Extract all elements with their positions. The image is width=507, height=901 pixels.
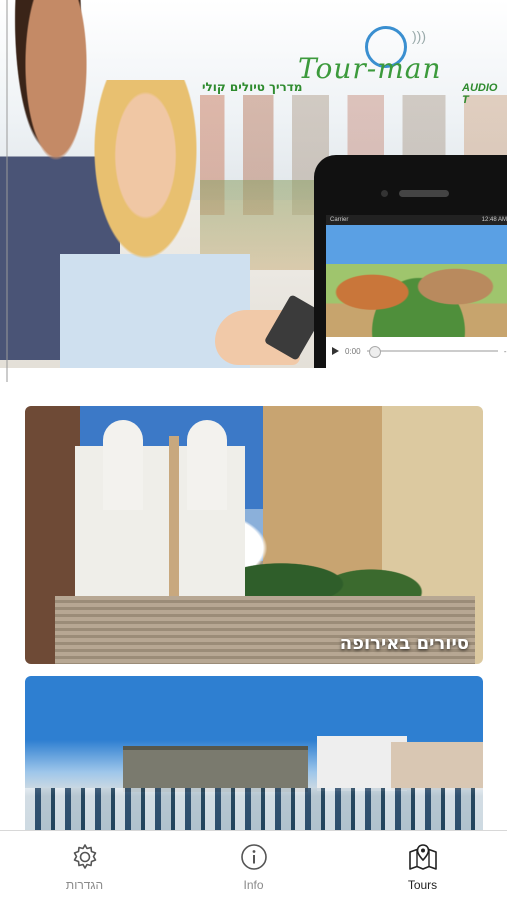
phone-status-bar: Carrier 12:48 AM — [326, 215, 507, 225]
phone-carrier: Carrier — [330, 217, 349, 223]
sound-waves-icon: ))) — [412, 28, 426, 44]
tab-info-label: Info — [243, 878, 264, 892]
map-icon — [407, 841, 439, 873]
phone-audio-player: 0:00 -1 — [326, 337, 507, 365]
player-progress — [366, 346, 498, 358]
card-title: סיורים באירופה — [339, 633, 469, 654]
scroll-indicator — [6, 0, 8, 382]
tab-bar: הגדרות Info Tours — [0, 830, 507, 901]
tab-settings[interactable]: הגדרות — [0, 831, 169, 901]
play-icon — [332, 347, 339, 355]
brand-audio-text: AUDIO T — [462, 82, 498, 106]
info-icon — [238, 841, 270, 873]
player-knob — [368, 346, 381, 358]
tour-card-port[interactable] — [25, 676, 483, 836]
tab-tours[interactable]: Tours — [338, 831, 507, 901]
tab-tours-label: Tours — [407, 878, 438, 892]
phone-speaker — [399, 190, 449, 197]
gear-icon — [69, 841, 101, 873]
brand-logo-text: Tour-man — [298, 52, 442, 85]
brand-logo-block: ))) Tour-man מדריך טיולים קולי AUDIO T — [200, 22, 507, 112]
card-building-secondary — [391, 742, 483, 790]
phone-screen: Carrier 12:48 AM 0:00 -1 — [326, 215, 507, 368]
card-boats — [25, 788, 483, 836]
tour-card-europe[interactable]: סיורים באירופה — [25, 406, 483, 664]
card-church-tower-right — [187, 420, 227, 510]
hero-banner: ))) Tour-man מדריך טיולים קולי AUDIO T C… — [0, 0, 507, 368]
phone-mockup: Carrier 12:48 AM 0:00 -1 — [314, 155, 507, 368]
tab-info[interactable]: Info — [169, 831, 338, 901]
phone-camera — [381, 190, 388, 197]
card-obelisk — [169, 436, 179, 606]
brand-tagline: מדריך טיולים קולי — [202, 80, 303, 94]
phone-screen-photo — [326, 225, 507, 337]
card-church-tower-left — [103, 420, 143, 510]
card-warehouse — [123, 750, 308, 792]
player-time: 0:00 — [345, 346, 361, 356]
tab-settings-label: הגדרות — [65, 878, 104, 892]
phone-time: 12:48 AM — [481, 217, 507, 223]
